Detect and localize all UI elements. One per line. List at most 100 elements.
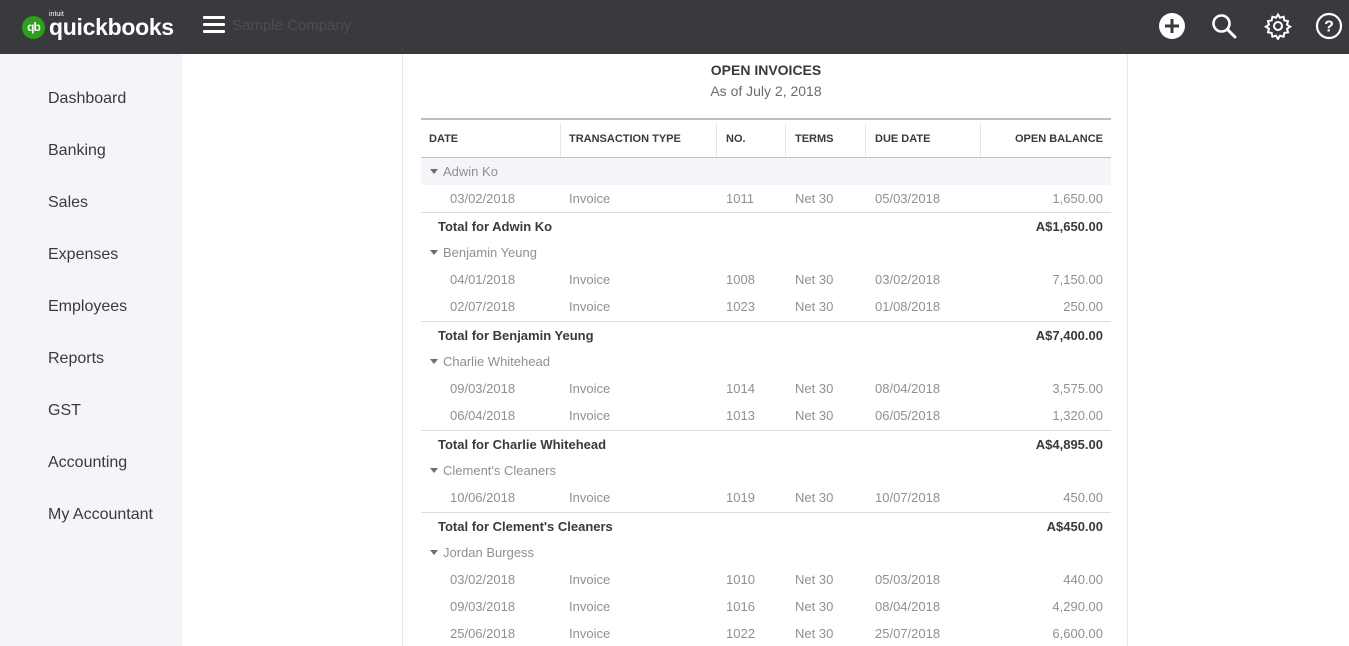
cell-date: 10/06/2018 — [450, 490, 516, 505]
cell-type[interactable]: Invoice — [569, 408, 610, 423]
main-content: OPEN INVOICES As of July 2, 2018 DATE TR… — [182, 54, 1349, 646]
table-row[interactable]: 10/06/2018 Invoice 1019 Net 30 10/07/201… — [421, 484, 1111, 511]
collapse-caret-icon[interactable] — [430, 550, 438, 555]
cell-type[interactable]: Invoice — [569, 572, 610, 587]
report-subtitle: As of July 2, 2018 — [710, 83, 822, 99]
sidebar-item-reports[interactable]: Reports — [48, 350, 104, 368]
cell-type[interactable]: Invoice — [569, 381, 610, 396]
customer-group-row[interactable]: Jordan Burgess — [421, 539, 1111, 566]
table-row[interactable]: 25/06/2018 Invoice 1022 Net 30 25/07/201… — [421, 620, 1111, 646]
cell-no: 1010 — [726, 572, 755, 587]
quickbooks-logo[interactable]: qb intuit quickbooks — [22, 11, 174, 41]
total-label: Total for Charlie Whitehead — [438, 437, 607, 452]
cell-type[interactable]: Invoice — [569, 191, 610, 206]
cell-type[interactable]: Invoice — [569, 626, 610, 641]
table-row[interactable]: 04/01/2018 Invoice 1008 Net 30 03/02/201… — [421, 266, 1111, 293]
cell-due-date: 25/07/2018 — [875, 626, 941, 641]
cell-no: 1008 — [726, 272, 755, 287]
total-row: Total for Clement's Cleaners A$450.00 — [421, 512, 1111, 539]
cell-open-balance[interactable]: 440.00 — [1063, 572, 1103, 587]
cell-type[interactable]: Invoice — [569, 299, 610, 314]
cell-date: 02/07/2018 — [450, 299, 516, 314]
customer-group-row[interactable]: Benjamin Yeung — [421, 239, 1111, 266]
table-row[interactable]: 03/02/2018 Invoice 1011 Net 30 05/03/201… — [421, 185, 1111, 212]
cell-open-balance[interactable]: 6,600.00 — [1052, 626, 1103, 641]
table-row[interactable]: 06/04/2018 Invoice 1013 Net 30 06/05/201… — [421, 402, 1111, 429]
company-name: Sample Company — [232, 17, 352, 34]
report-paper: OPEN INVOICES As of July 2, 2018 DATE TR… — [402, 54, 1128, 646]
table-row[interactable]: 02/07/2018 Invoice 1023 Net 30 01/08/201… — [421, 293, 1111, 320]
collapse-caret-icon[interactable] — [430, 250, 438, 255]
collapse-caret-icon[interactable] — [430, 169, 438, 174]
column-divider[interactable] — [980, 124, 981, 156]
column-divider[interactable] — [560, 124, 561, 156]
search-icon[interactable] — [1210, 12, 1238, 40]
cell-date: 04/01/2018 — [450, 272, 516, 287]
cell-open-balance[interactable]: 1,320.00 — [1052, 408, 1103, 423]
collapse-caret-icon[interactable] — [430, 359, 438, 364]
cell-terms: Net 30 — [795, 572, 834, 587]
svg-text:?: ? — [1324, 19, 1334, 36]
cell-open-balance[interactable]: 7,150.00 — [1052, 272, 1103, 287]
column-divider[interactable] — [785, 124, 786, 156]
cell-no: 1011 — [726, 191, 754, 206]
customer-group-row[interactable]: Charlie Whitehead — [421, 348, 1111, 375]
help-icon[interactable]: ? — [1315, 12, 1343, 40]
cell-type[interactable]: Invoice — [569, 490, 610, 505]
cell-no: 1016 — [726, 599, 755, 614]
sidebar-item-banking[interactable]: Banking — [48, 142, 106, 160]
sidebar-item-gst[interactable]: GST — [48, 402, 81, 420]
gear-icon[interactable] — [1263, 12, 1293, 41]
customer-group-row[interactable]: Adwin Ko — [421, 158, 1111, 185]
total-row: Total for Adwin Ko A$1,650.00 — [421, 212, 1111, 239]
customer-name: Jordan Burgess — [443, 545, 535, 560]
customer-name: Charlie Whitehead — [443, 354, 550, 369]
cell-open-balance[interactable]: 1,650.00 — [1052, 191, 1103, 206]
column-header-terms[interactable]: TERMS — [795, 133, 834, 145]
sidebar-item-employees[interactable]: Employees — [48, 298, 127, 316]
column-divider[interactable] — [865, 124, 866, 156]
plus-circle-icon[interactable] — [1158, 12, 1186, 40]
column-header-date[interactable]: DATE — [429, 133, 458, 145]
column-header-no[interactable]: NO. — [726, 133, 746, 145]
cell-type[interactable]: Invoice — [569, 272, 610, 287]
total-amount[interactable]: A$7,400.00 — [1036, 328, 1103, 343]
total-amount[interactable]: A$4,895.00 — [1036, 437, 1103, 452]
cell-terms: Net 30 — [795, 381, 834, 396]
cell-open-balance[interactable]: 250.00 — [1063, 299, 1103, 314]
table-row[interactable]: 09/03/2018 Invoice 1014 Net 30 08/04/201… — [421, 375, 1111, 402]
column-header-due-date[interactable]: DUE DATE — [875, 133, 930, 145]
total-label: Total for Benjamin Yeung — [438, 328, 594, 343]
total-label: Total for Adwin Ko — [438, 219, 553, 234]
intuit-brand-label: intuit — [49, 11, 64, 18]
table-header: DATE TRANSACTION TYPE NO. TERMS DUE DATE… — [421, 118, 1111, 158]
table-row[interactable]: 09/03/2018 Invoice 1016 Net 30 08/04/201… — [421, 593, 1111, 620]
cell-date: 25/06/2018 — [450, 626, 516, 641]
top-bar: qb intuit quickbooks Sample Company ? — [0, 0, 1349, 54]
sidebar-item-accounting[interactable]: Accounting — [48, 454, 127, 472]
cell-date: 03/02/2018 — [450, 191, 516, 206]
cell-date: 03/02/2018 — [450, 572, 516, 587]
column-header-transaction-type[interactable]: TRANSACTION TYPE — [569, 133, 681, 145]
cell-due-date: 08/04/2018 — [875, 381, 941, 396]
menu-toggle-icon[interactable] — [203, 16, 225, 36]
sidebar-item-sales[interactable]: Sales — [48, 194, 88, 212]
sidebar-item-dashboard[interactable]: Dashboard — [48, 90, 126, 108]
customer-group-row[interactable]: Clement's Cleaners — [421, 457, 1111, 484]
column-header-open-balance[interactable]: OPEN BALANCE — [1015, 133, 1103, 145]
total-amount[interactable]: A$1,650.00 — [1036, 219, 1103, 234]
cell-type[interactable]: Invoice — [569, 599, 610, 614]
cell-terms: Net 30 — [795, 490, 834, 505]
cell-open-balance[interactable]: 450.00 — [1063, 490, 1103, 505]
collapse-caret-icon[interactable] — [430, 468, 438, 473]
total-amount[interactable]: A$450.00 — [1047, 519, 1103, 534]
sidebar-item-expenses[interactable]: Expenses — [48, 246, 118, 264]
cell-date: 09/03/2018 — [450, 599, 516, 614]
cell-due-date: 10/07/2018 — [875, 490, 941, 505]
sidebar-item-my-accountant[interactable]: My Accountant — [48, 506, 153, 524]
cell-open-balance[interactable]: 3,575.00 — [1052, 381, 1103, 396]
cell-open-balance[interactable]: 4,290.00 — [1052, 599, 1103, 614]
column-divider[interactable] — [716, 124, 717, 156]
table-row[interactable]: 03/02/2018 Invoice 1010 Net 30 05/03/201… — [421, 566, 1111, 593]
cell-terms: Net 30 — [795, 599, 834, 614]
